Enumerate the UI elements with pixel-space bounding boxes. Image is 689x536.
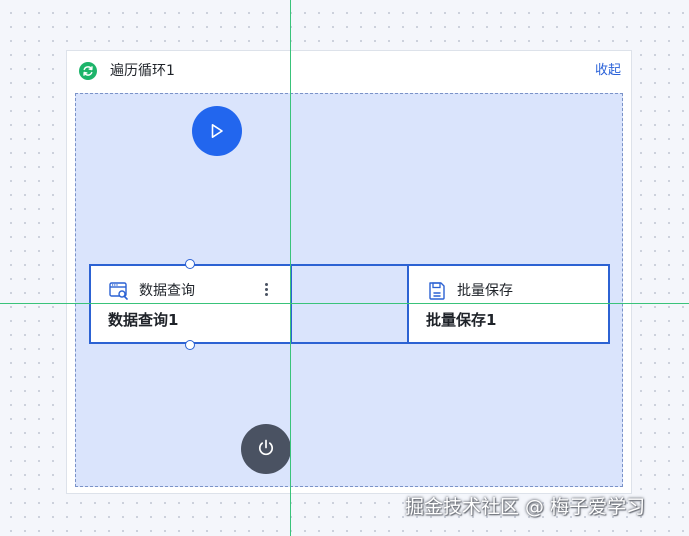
- vertical-guide-line: [290, 0, 291, 536]
- node-type-label: 数据查询: [139, 283, 195, 299]
- node-anchor-bottom[interactable]: [185, 340, 195, 350]
- node-anchor-top[interactable]: [185, 259, 195, 269]
- end-node-button[interactable]: [241, 424, 291, 474]
- node-type-label: 批量保存: [457, 283, 513, 299]
- node-connector: [291, 264, 408, 344]
- horizontal-guide-line: [0, 303, 689, 304]
- loop-refresh-icon: [79, 62, 97, 80]
- power-icon: [258, 439, 274, 456]
- loop-header: 遍历循环1 收起: [67, 51, 631, 91]
- more-vertical-icon[interactable]: [262, 282, 270, 300]
- loop-title: 遍历循环1: [110, 63, 175, 79]
- node-name: 批量保存1: [426, 311, 497, 329]
- batch-save-node[interactable]: 批量保存 批量保存1: [407, 264, 610, 344]
- play-icon: [211, 124, 223, 138]
- watermark-text: 掘金技术社区 @ 梅子爱学习: [405, 496, 646, 518]
- collapse-button[interactable]: 收起: [595, 62, 621, 80]
- start-node-button[interactable]: [192, 106, 242, 156]
- data-query-icon: [109, 281, 129, 301]
- save-icon: [427, 281, 447, 301]
- node-name: 数据查询1: [108, 311, 179, 329]
- data-query-node[interactable]: 数据查询 数据查询1: [89, 264, 292, 344]
